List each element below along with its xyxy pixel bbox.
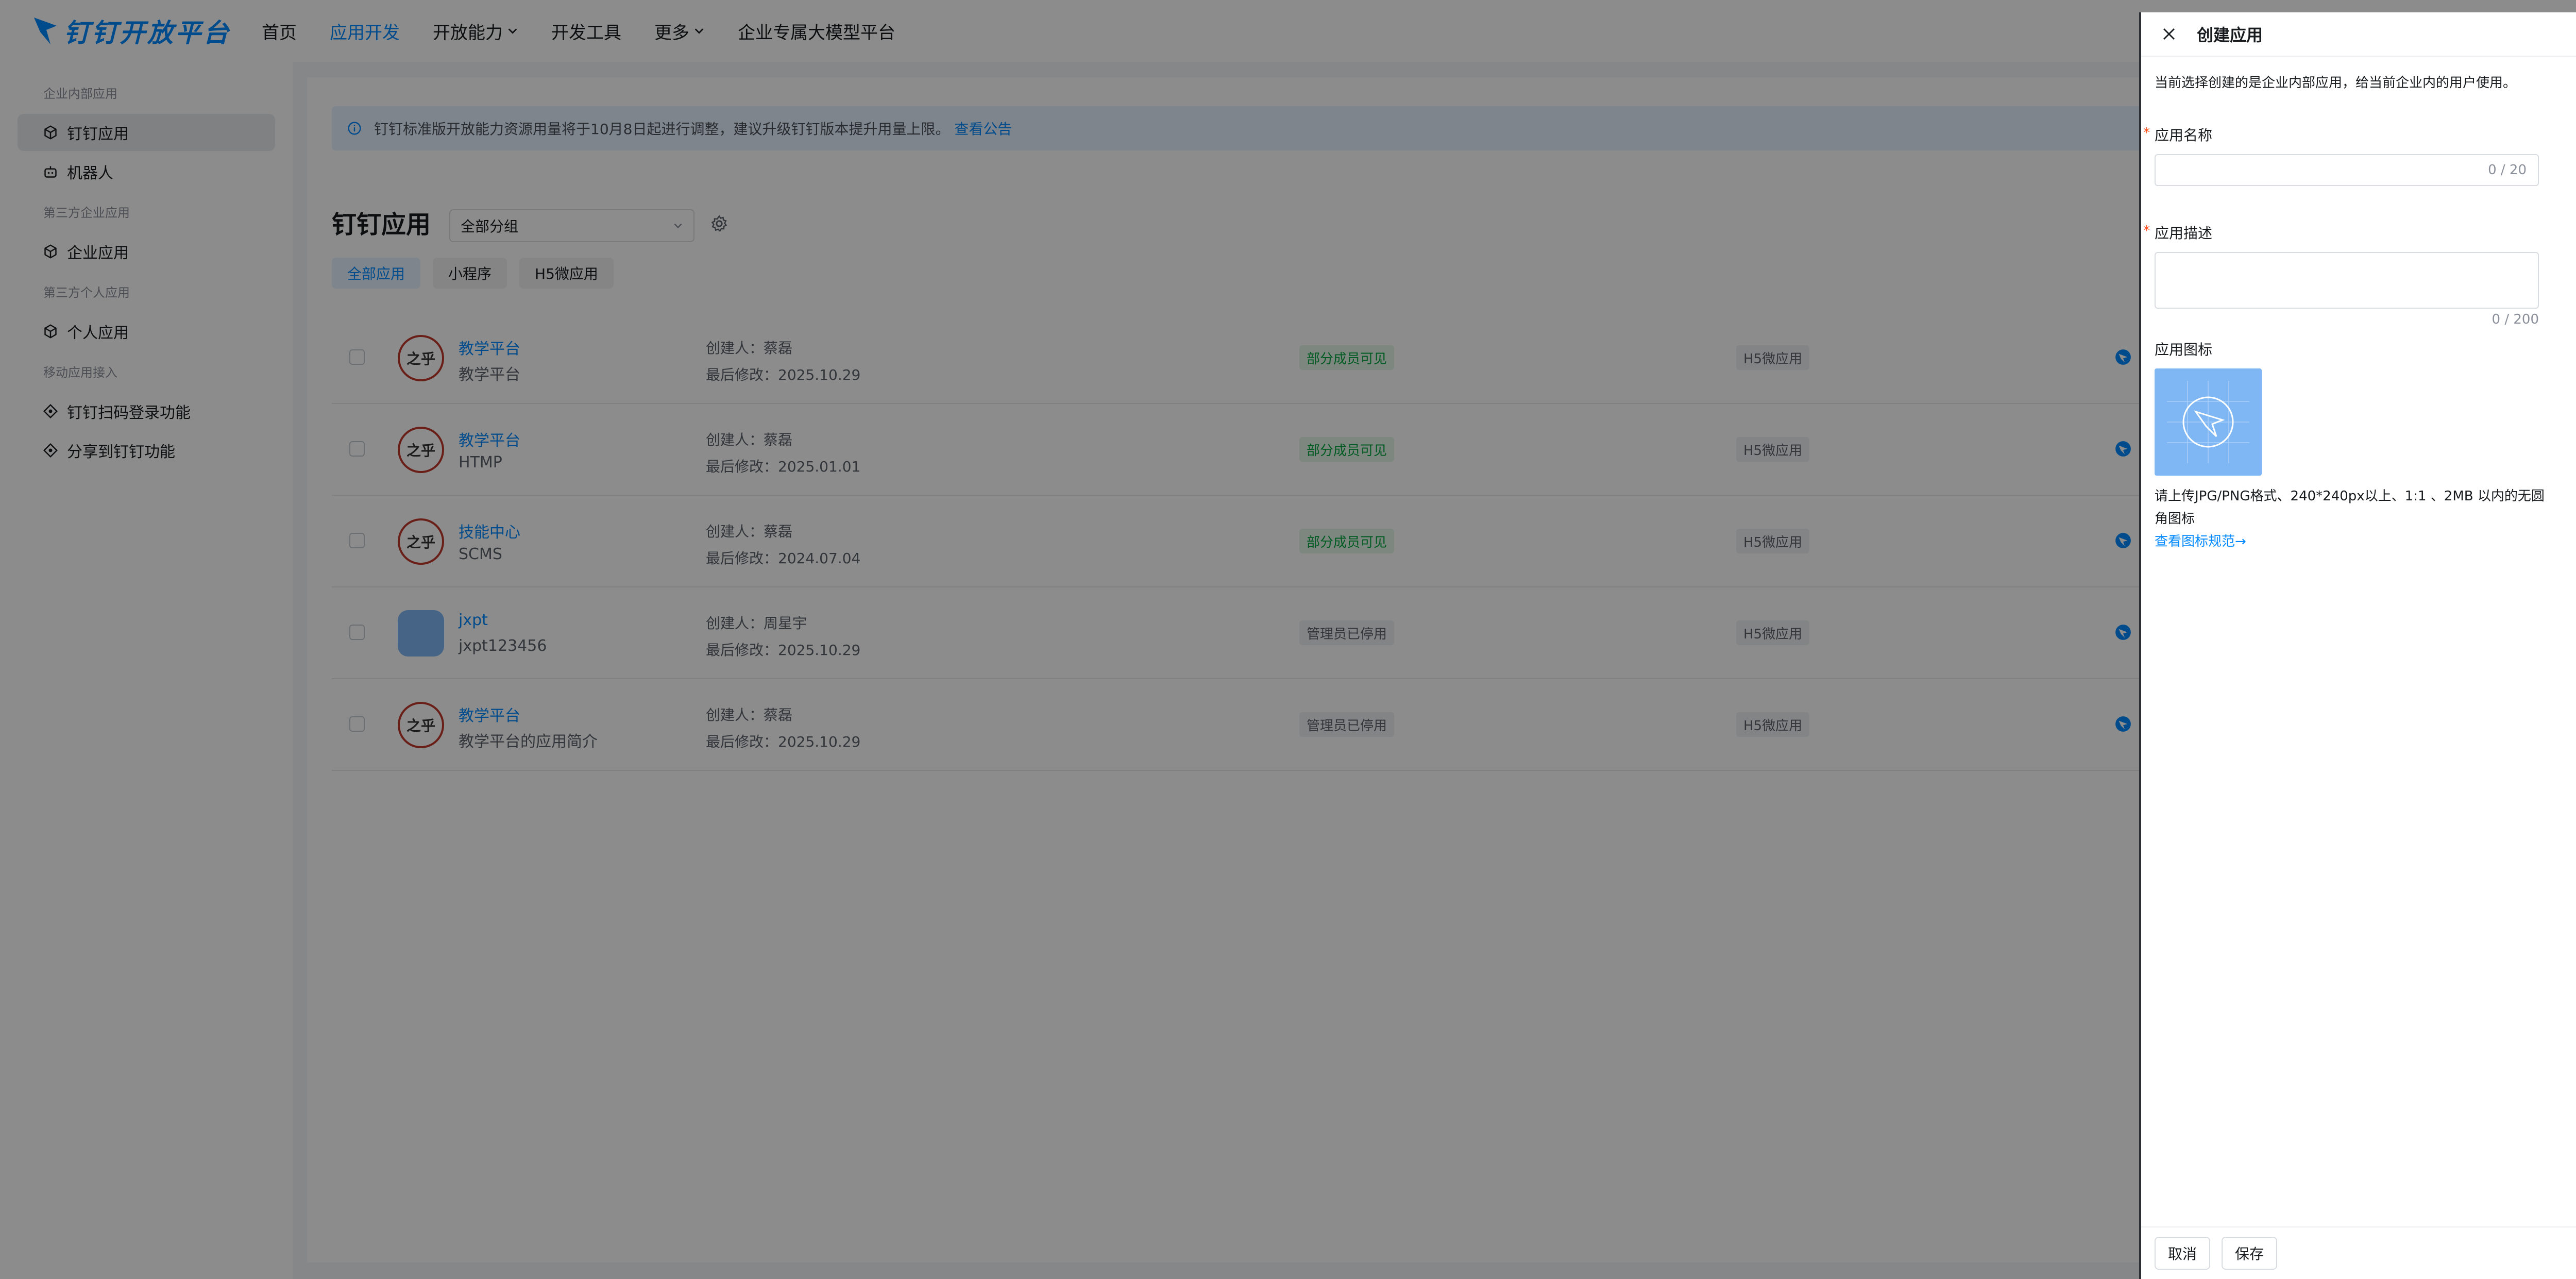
required-mark: * (2143, 125, 2150, 141)
app-name-input[interactable]: 0 / 20 (2155, 154, 2539, 186)
close-icon[interactable] (2162, 27, 2176, 41)
app-name-label: * 应用名称 (2143, 124, 2576, 145)
drawer-title: 创建应用 (2197, 25, 2263, 45)
app-icon-label: 应用图标 (2155, 341, 2213, 358)
cancel-button[interactable]: 取消 (2155, 1237, 2211, 1270)
create-app-drawer: 创建应用 当前选择创建的是企业内部应用，给当前企业内的用户使用。 * 应用名称 0… (2139, 12, 2576, 1279)
app-name-count: 0 / 20 (2488, 162, 2527, 178)
drawer-hint: 当前选择创建的是企业内部应用，给当前企业内的用户使用。 (2155, 75, 2517, 91)
app-desc-textarea[interactable] (2155, 252, 2539, 309)
drawer-body: 当前选择创建的是企业内部应用，给当前企业内的用户使用。 * 应用名称 0 / 20… (2143, 72, 2576, 553)
icon-spec-link[interactable]: 查看图标规范→ (2155, 530, 2576, 553)
save-button[interactable]: 保存 (2222, 1237, 2278, 1270)
dingtalk-placeholder-icon (2167, 381, 2249, 463)
drawer-header: 创建应用 (2141, 12, 2576, 57)
drawer-footer: 取消 保存 (2141, 1226, 2576, 1279)
icon-hint: 请上传JPG/PNG格式、240*240px以上、1:1 、2MB 以内的无圆角… (2155, 489, 2545, 527)
app-desc-label: * 应用描述 (2143, 222, 2576, 243)
app-desc-label-text: 应用描述 (2155, 225, 2213, 242)
app-icon-upload[interactable] (2155, 368, 2262, 476)
app-name-label-text: 应用名称 (2155, 127, 2213, 144)
app-desc-count: 0 / 200 (2492, 312, 2539, 327)
required-mark: * (2143, 223, 2150, 239)
